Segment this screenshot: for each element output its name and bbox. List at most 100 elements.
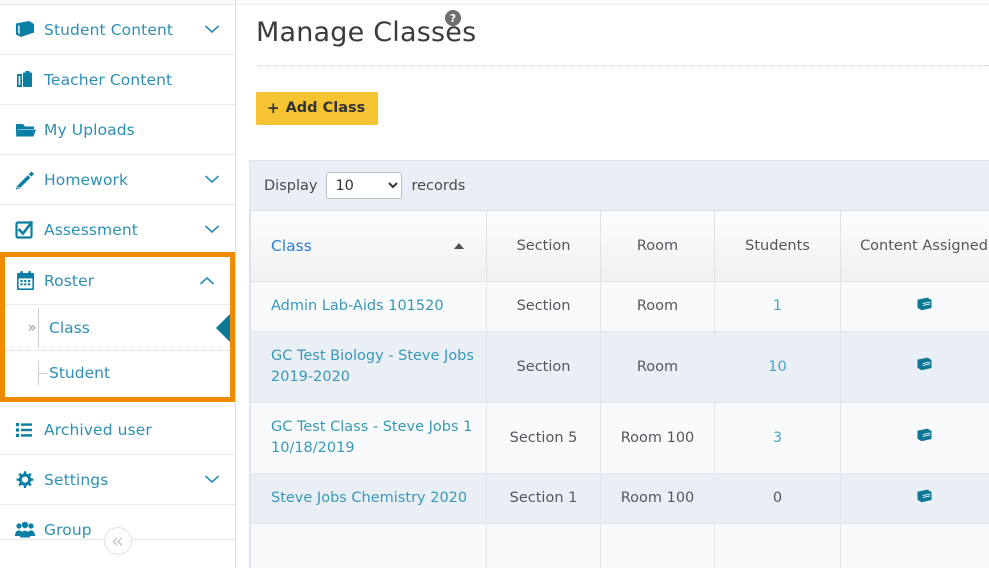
cell-section: Section (487, 281, 601, 331)
chevron-down-icon[interactable] (203, 475, 221, 484)
display-label: Display (264, 178, 317, 194)
students-count: 0 (773, 490, 782, 506)
sidebar-item-homework[interactable]: Homework (0, 155, 235, 205)
sidebar-item-archived-user[interactable]: Archived user (0, 405, 235, 455)
sidebar-item-label: Homework (44, 171, 203, 189)
table-head: Class Section Room Students Content Assi… (251, 211, 989, 281)
book-icon[interactable] (916, 428, 933, 447)
chevron-down-icon[interactable] (203, 175, 221, 184)
sidebar-item-student-content[interactable]: Student Content (0, 5, 235, 55)
add-class-label: Add Class (286, 100, 366, 116)
table-row[interactable]: Admin Lab-Aids 101520 Section Room 1 (251, 281, 989, 331)
cell-class (251, 523, 487, 568)
table-row-partial[interactable] (251, 523, 989, 568)
cell-content-assigned (841, 523, 989, 568)
sidebar-subitem-class[interactable]: » Class (5, 305, 230, 350)
column-header-room[interactable]: Room (601, 211, 715, 281)
class-link[interactable]: Admin Lab-Aids 101520 (271, 298, 444, 314)
gear-icon (14, 470, 44, 490)
people-icon (14, 520, 44, 540)
cell-content-assigned[interactable] (841, 331, 989, 402)
table-row[interactable]: GC Test Biology - Steve Jobs 2019-2020 S… (251, 331, 989, 402)
sidebar-subitem-label: Student (49, 364, 110, 382)
cell-room: Room (601, 281, 715, 331)
header-divider (256, 65, 989, 66)
sidebar-item-label: Student Content (44, 21, 203, 39)
add-class-button[interactable]: + Add Class (256, 92, 378, 125)
app-root: Student Content Teacher Content My Uploa… (0, 0, 989, 568)
table-body: Admin Lab-Aids 101520 Section Room 1 GC … (251, 281, 989, 568)
sidebar-subitem-marker: » (28, 320, 37, 336)
cell-students[interactable]: 10 (715, 331, 841, 402)
sort-ascending-icon (454, 243, 464, 249)
list-icon (14, 420, 44, 440)
plus-icon: + (267, 101, 280, 116)
sidebar-item-label: My Uploads (44, 121, 203, 139)
class-link[interactable]: GC Test Class - Steve Jobs 1 10/18/2019 (271, 419, 472, 456)
column-header-section[interactable]: Section (487, 211, 601, 281)
double-chevron-left-icon[interactable] (104, 527, 132, 555)
cell-content-assigned[interactable] (841, 281, 989, 331)
cell-room: Room 100 (601, 473, 715, 523)
page-title: Manage Classes (256, 17, 989, 49)
sidebar-item-settings[interactable]: Settings (0, 455, 235, 505)
cell-section: Section 1 (487, 473, 601, 523)
cell-students (715, 523, 841, 568)
sidebar-item-label: Settings (44, 471, 203, 489)
sidebar-item-label: Roster (44, 272, 198, 290)
cell-students: 0 (715, 473, 841, 523)
folder-icon (14, 120, 44, 140)
column-header-students[interactable]: Students (715, 211, 841, 281)
column-header-content-assigned[interactable]: Content Assigned (841, 211, 989, 281)
sidebar-item-label: Teacher Content (44, 71, 203, 89)
cell-class[interactable]: GC Test Biology - Steve Jobs 2019-2020 (251, 331, 487, 402)
records-per-page-select[interactable]: 10 (326, 172, 402, 199)
table-row[interactable]: Steve Jobs Chemistry 2020 Section 1 Room… (251, 473, 989, 523)
students-count-link[interactable]: 10 (768, 359, 786, 375)
roster-highlight-group: Roster » Class Student (0, 252, 235, 402)
cell-class[interactable]: Steve Jobs Chemistry 2020 (251, 473, 487, 523)
class-link[interactable]: GC Test Biology - Steve Jobs 2019-2020 (271, 348, 474, 385)
column-header-class-label: Class (271, 237, 312, 255)
sidebar-item-label: Archived user (44, 421, 203, 439)
table-row[interactable]: GC Test Class - Steve Jobs 1 10/18/2019 … (251, 402, 989, 473)
column-header-class[interactable]: Class (251, 211, 487, 281)
book-icon[interactable] (916, 489, 933, 508)
records-label: records (411, 178, 465, 194)
tree-marker-icon: » (15, 320, 49, 336)
students-count-link[interactable]: 3 (773, 430, 782, 446)
chevron-down-icon[interactable] (203, 225, 221, 234)
cell-section: Section (487, 331, 601, 402)
briefcase-icon (14, 70, 44, 90)
chevron-down-icon[interactable] (203, 25, 221, 34)
cell-students[interactable]: 3 (715, 402, 841, 473)
cell-room (601, 523, 715, 568)
sidebar-collapse-bar (0, 539, 235, 565)
cell-class[interactable]: Admin Lab-Aids 101520 (251, 281, 487, 331)
sidebar-subitem-label: Class (49, 319, 90, 337)
sidebar-item-my-uploads[interactable]: My Uploads (0, 105, 235, 155)
book-icon[interactable] (916, 297, 933, 316)
class-link[interactable]: Steve Jobs Chemistry 2020 (271, 490, 467, 506)
cell-content-assigned[interactable] (841, 402, 989, 473)
cell-room: Room (601, 331, 715, 402)
sidebar-item-teacher-content[interactable]: Teacher Content (0, 55, 235, 105)
help-icon[interactable]: ? (445, 10, 461, 26)
page-header: Manage Classes ? (236, 5, 989, 49)
pencil-icon (14, 170, 44, 190)
sidebar-subitem-student[interactable]: Student (5, 350, 230, 395)
chevron-up-icon[interactable] (198, 276, 216, 285)
table-header-row: Class Section Room Students Content Assi… (251, 211, 989, 281)
cell-content-assigned[interactable] (841, 473, 989, 523)
cell-students[interactable]: 1 (715, 281, 841, 331)
classes-table: Class Section Room Students Content Assi… (250, 211, 989, 568)
sidebar-item-label: Assessment (44, 221, 203, 239)
classes-panel: Display 10 records Class Section (249, 160, 989, 568)
checkbox-icon (14, 220, 44, 240)
sidebar-item-assessment[interactable]: Assessment (0, 205, 235, 255)
students-count-link[interactable]: 1 (773, 298, 782, 314)
sidebar-item-roster[interactable]: Roster (5, 257, 230, 305)
cell-class[interactable]: GC Test Class - Steve Jobs 1 10/18/2019 (251, 402, 487, 473)
book-icon[interactable] (916, 357, 933, 376)
calendar-icon (14, 270, 44, 292)
